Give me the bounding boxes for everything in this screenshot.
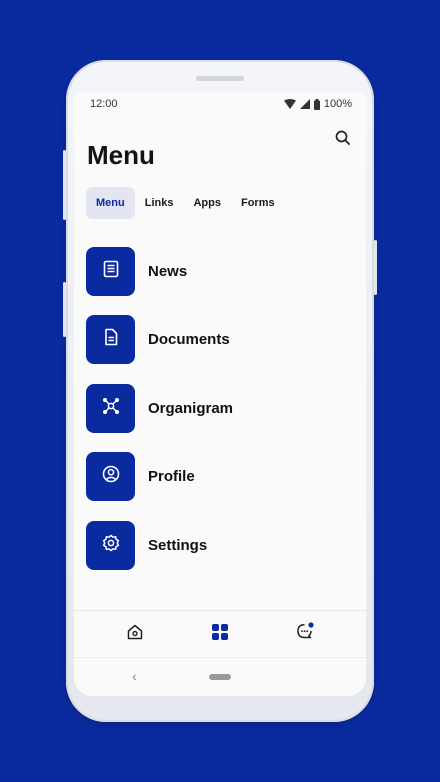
- menu-item-label: Settings: [148, 536, 208, 554]
- profile-icon: [101, 464, 121, 489]
- status-time: 12:00: [90, 98, 118, 110]
- battery-level: 100%: [323, 98, 352, 110]
- home-icon: [126, 623, 144, 646]
- menu-item-label: Documents: [148, 330, 230, 348]
- menu-item-settings[interactable]: Settings: [86, 520, 356, 570]
- page-title: Menu: [87, 140, 155, 170]
- menu-item-news[interactable]: News: [86, 246, 356, 296]
- tab-apps[interactable]: Apps: [183, 187, 231, 219]
- menu-item-profile[interactable]: Profile: [86, 451, 356, 501]
- search-icon: [334, 130, 352, 151]
- menu-icon-box: [86, 520, 135, 570]
- tab-bar: Menu Links Apps Forms: [86, 187, 285, 219]
- document-icon: [101, 327, 121, 352]
- nav-chat-button[interactable]: [294, 621, 316, 647]
- tab-label: Apps: [193, 197, 221, 209]
- phone-power-button: [374, 240, 377, 295]
- tab-links[interactable]: Links: [135, 187, 184, 219]
- organigram-icon: [101, 396, 121, 421]
- menu-icon-box: [86, 451, 135, 501]
- menu-item-label: News: [148, 262, 188, 280]
- menu-item-documents[interactable]: Documents: [86, 314, 356, 364]
- phone-side-button: [63, 150, 66, 220]
- tab-label: Forms: [240, 197, 275, 209]
- menu-icon-box: [86, 246, 135, 296]
- app-screen: 12:00 100% Menu Menu Links Apps Forms Ne…: [74, 92, 366, 696]
- menu-icon-box: [86, 314, 135, 364]
- nav-home-button[interactable]: [124, 623, 146, 645]
- phone-side-button: [63, 282, 66, 337]
- tab-menu[interactable]: Menu: [86, 187, 135, 219]
- tab-forms[interactable]: Forms: [231, 187, 285, 219]
- menu-icon-box: [86, 383, 135, 433]
- tab-label: Menu: [96, 197, 125, 209]
- news-icon: [101, 259, 121, 284]
- chat-icon: [295, 621, 315, 647]
- grid-icon: [211, 623, 229, 646]
- system-navigation-bar: ‹: [74, 657, 366, 696]
- gear-icon: [101, 533, 121, 558]
- phone-speaker: [196, 76, 244, 81]
- menu-item-label: Organigram: [148, 399, 234, 417]
- nav-apps-button[interactable]: [209, 623, 231, 645]
- menu-item-organigram[interactable]: Organigram: [86, 383, 356, 433]
- home-pill-button[interactable]: [209, 674, 231, 680]
- tab-label: Links: [144, 197, 174, 209]
- menu-item-label: Profile: [148, 467, 195, 485]
- signal-icon: [299, 99, 310, 109]
- battery-icon: [313, 98, 320, 110]
- search-button[interactable]: [334, 129, 352, 147]
- back-icon[interactable]: ‹: [132, 668, 137, 684]
- wifi-icon: [283, 99, 296, 109]
- bottom-navigation: [74, 610, 366, 657]
- status-bar: 12:00 100%: [74, 92, 366, 116]
